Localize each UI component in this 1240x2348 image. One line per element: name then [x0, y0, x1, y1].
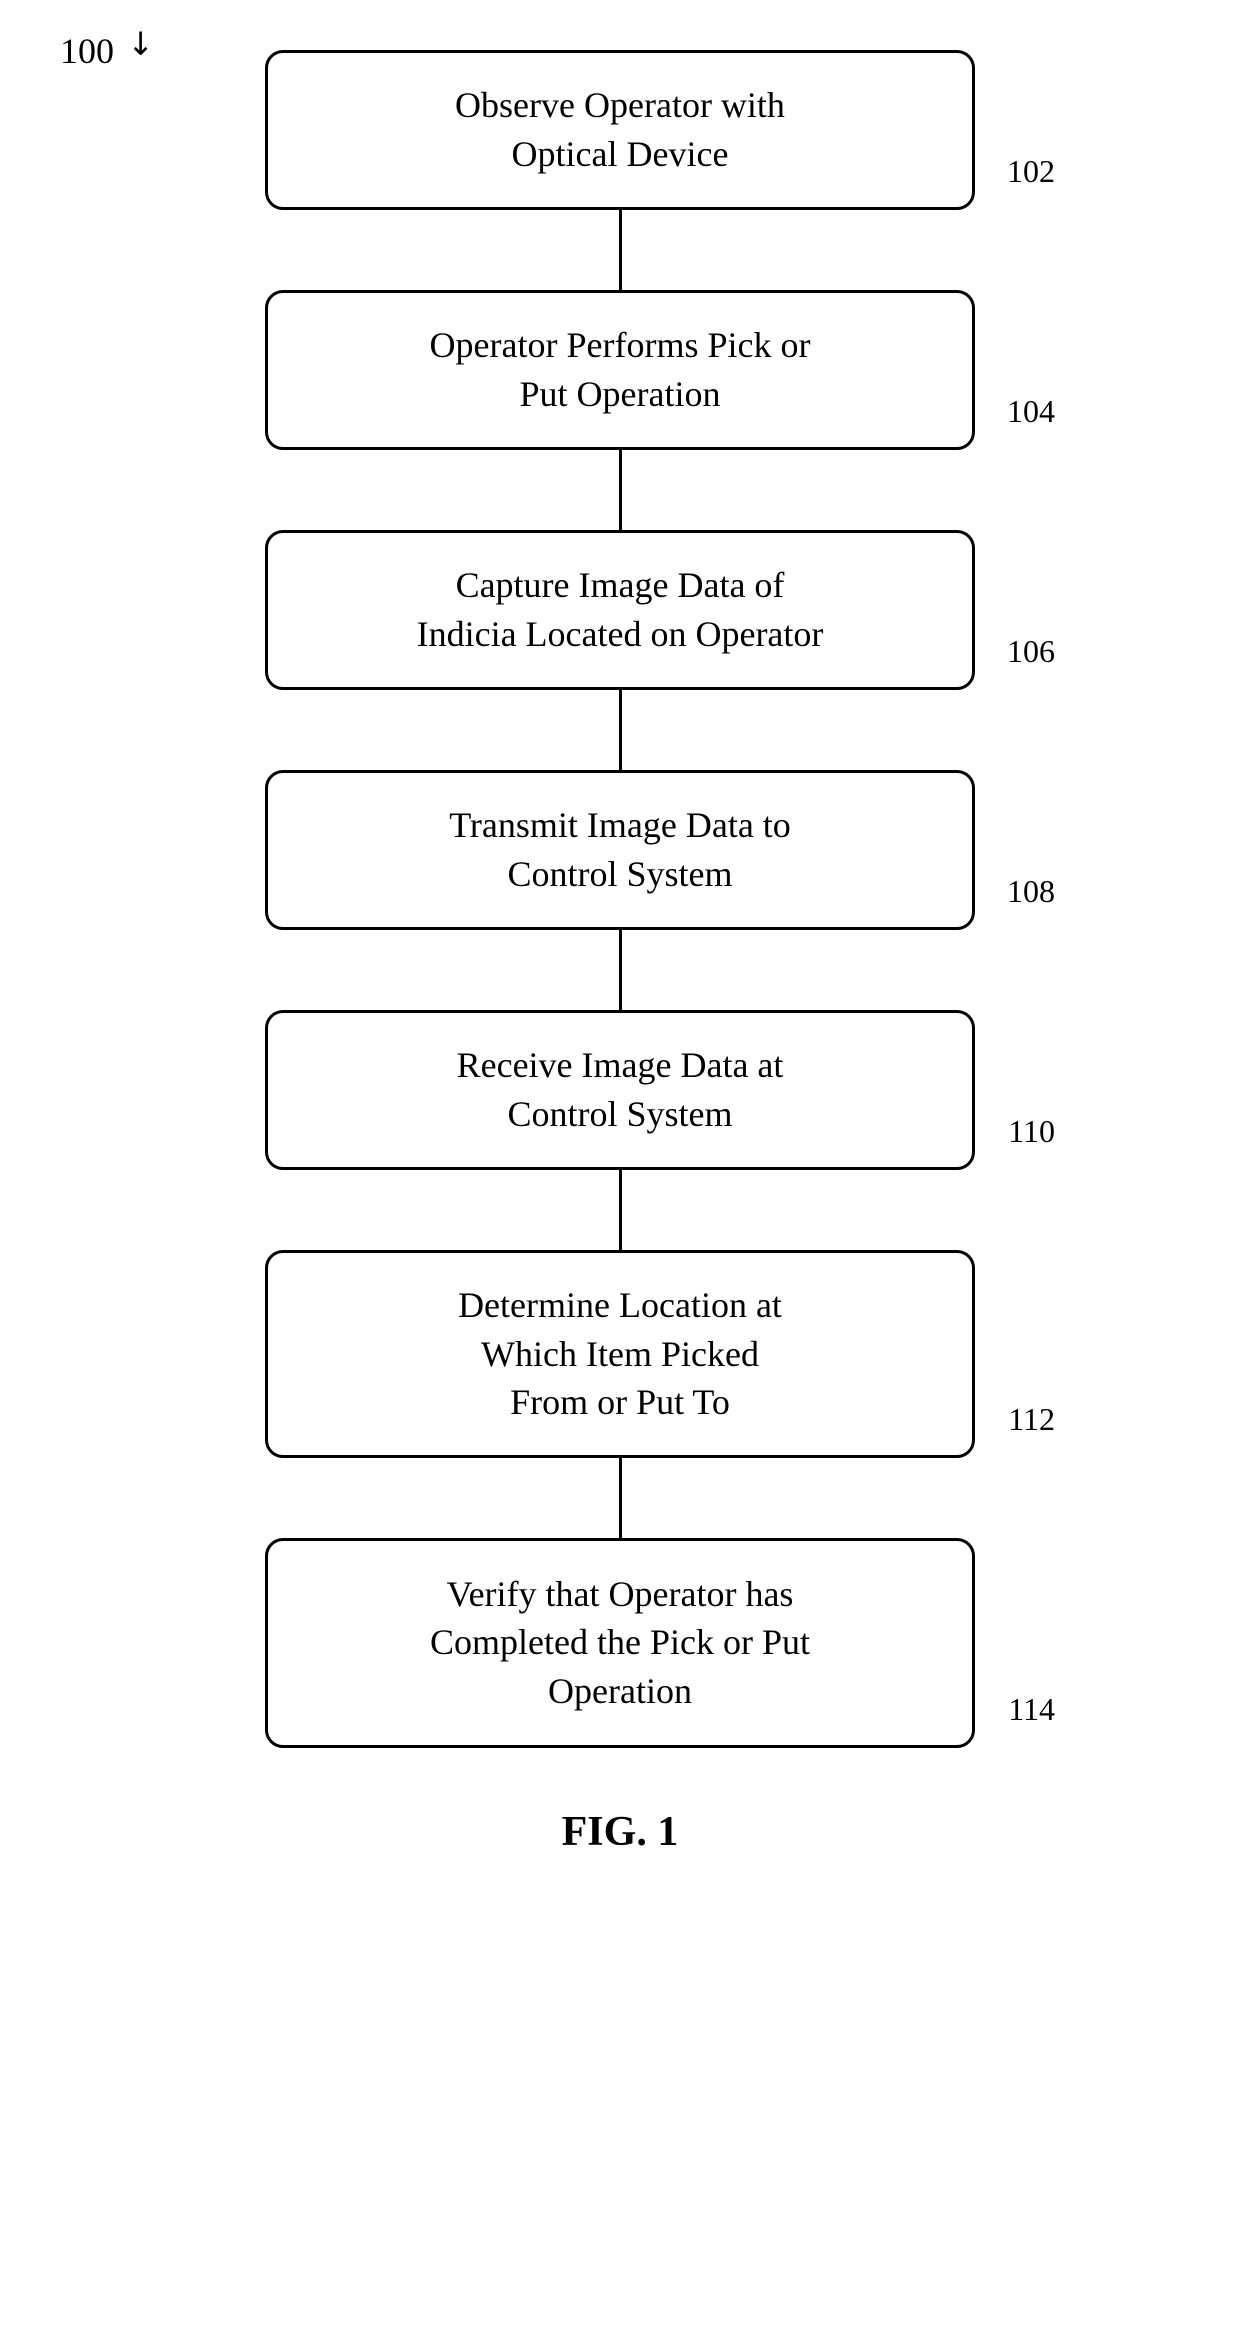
step-114-text: Verify that Operator hasCompleted the Pi… — [430, 1570, 810, 1716]
step-108-label: 108 — [1007, 873, 1055, 910]
step-102-box: Observe Operator withOptical Device — [265, 50, 975, 210]
step-102-label: 102 — [1007, 153, 1055, 190]
connector-2 — [619, 450, 622, 530]
step-114-box: Verify that Operator hasCompleted the Pi… — [265, 1538, 975, 1748]
step-106-text: Capture Image Data ofIndicia Located on … — [417, 561, 824, 658]
step-110-box: Receive Image Data atControl System — [265, 1010, 975, 1170]
step-108: Transmit Image Data toControl System 108 — [265, 770, 975, 930]
connector-3 — [619, 690, 622, 770]
step-104-box: Operator Performs Pick orPut Operation — [265, 290, 975, 450]
step-112-text: Determine Location atWhich Item PickedFr… — [458, 1281, 782, 1427]
step-112: Determine Location atWhich Item PickedFr… — [265, 1250, 975, 1458]
connector-4 — [619, 930, 622, 1010]
diagram-arrow: ↘ — [118, 19, 164, 65]
step-104: Operator Performs Pick orPut Operation 1… — [265, 290, 975, 450]
flow-wrapper: Observe Operator withOptical Device 102 … — [220, 50, 1020, 1748]
step-114: Verify that Operator hasCompleted the Pi… — [265, 1538, 975, 1748]
connector-6 — [619, 1458, 622, 1538]
step-104-label: 104 — [1007, 393, 1055, 430]
step-104-text: Operator Performs Pick orPut Operation — [430, 321, 811, 418]
step-114-label: 114 — [1008, 1691, 1055, 1728]
step-108-box: Transmit Image Data toControl System — [265, 770, 975, 930]
step-102-text: Observe Operator withOptical Device — [455, 81, 785, 178]
step-102: Observe Operator withOptical Device 102 — [265, 50, 975, 210]
step-110-label: 110 — [1008, 1113, 1055, 1150]
diagram-container: 100 ↘ Observe Operator withOptical Devic… — [0, 0, 1240, 2348]
step-106: Capture Image Data ofIndicia Located on … — [265, 530, 975, 690]
step-112-box: Determine Location atWhich Item PickedFr… — [265, 1250, 975, 1458]
connector-5 — [619, 1170, 622, 1250]
step-110: Receive Image Data atControl System 110 — [265, 1010, 975, 1170]
figure-label: FIG. 1 — [562, 1808, 679, 1856]
diagram-number: 100 ↘ — [60, 30, 150, 72]
step-110-text: Receive Image Data atControl System — [457, 1041, 784, 1138]
step-106-label: 106 — [1007, 633, 1055, 670]
connector-1 — [619, 210, 622, 290]
step-106-box: Capture Image Data ofIndicia Located on … — [265, 530, 975, 690]
step-108-text: Transmit Image Data toControl System — [449, 801, 791, 898]
step-112-label: 112 — [1008, 1401, 1055, 1438]
